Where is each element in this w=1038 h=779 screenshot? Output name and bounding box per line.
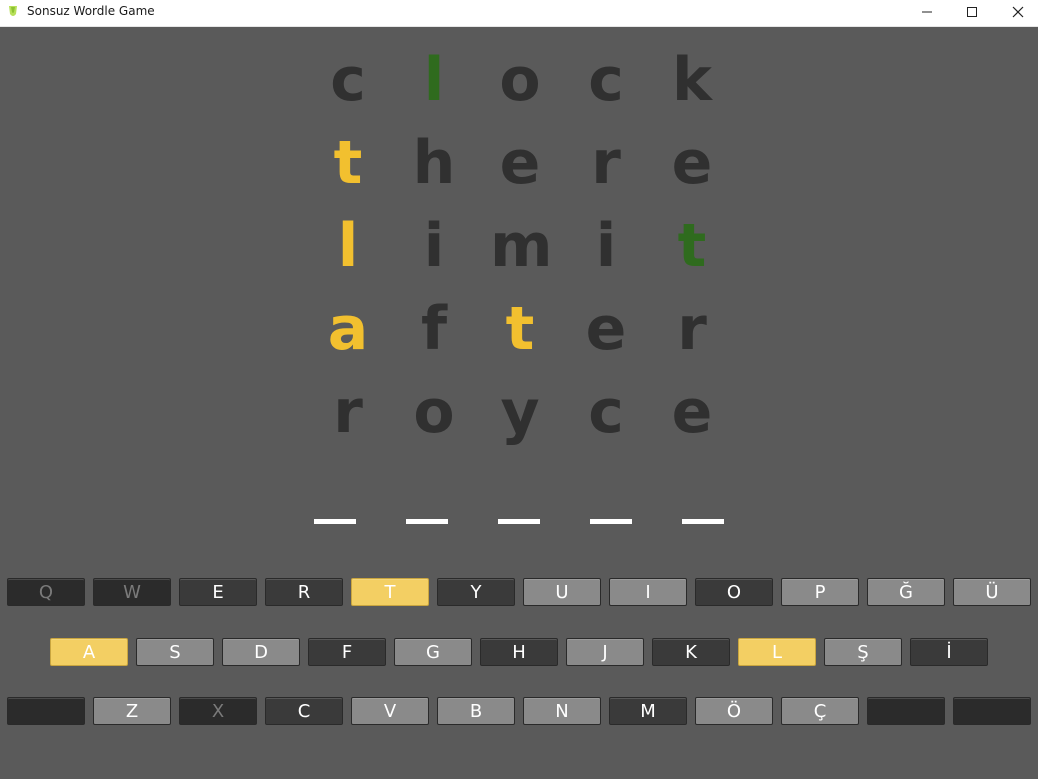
guess-letter: e: [499, 128, 541, 198]
title-bar: Sonsuz Wordle Game: [0, 0, 1038, 27]
key-q[interactable]: Q: [7, 578, 85, 606]
guess-letter: t: [677, 211, 707, 281]
key-e[interactable]: E: [179, 578, 257, 606]
key-z[interactable]: Z: [93, 697, 171, 725]
minimize-button[interactable]: [904, 0, 950, 24]
key-h[interactable]: H: [480, 638, 558, 666]
guess-letter: k: [672, 45, 712, 115]
guess-letter: c: [588, 45, 624, 115]
guess-letter: f: [420, 294, 448, 364]
key-i̇[interactable]: İ: [910, 638, 988, 666]
input-slot: [498, 519, 540, 524]
guess-letter: t: [333, 128, 363, 198]
key-j[interactable]: J: [566, 638, 644, 666]
guess-letter: e: [671, 128, 713, 198]
key-r[interactable]: R: [265, 578, 343, 606]
key-t[interactable]: T: [351, 578, 429, 606]
key-b[interactable]: B: [437, 697, 515, 725]
wordle-app-icon: [9, 6, 17, 16]
key-m[interactable]: M: [609, 697, 687, 725]
guess-letter: c: [588, 377, 624, 447]
key-s[interactable]: S: [136, 638, 214, 666]
guess-letter: t: [505, 294, 535, 364]
guess-letter: o: [499, 45, 541, 115]
input-slot: [590, 519, 632, 524]
key-a[interactable]: A: [50, 638, 128, 666]
close-icon: [1012, 6, 1024, 18]
guess-letter: r: [677, 294, 707, 364]
key-ö[interactable]: Ö: [695, 697, 773, 725]
key-blank[interactable]: [7, 697, 85, 725]
minimize-icon: [922, 11, 932, 13]
key-g[interactable]: G: [394, 638, 472, 666]
guess-row: clock: [300, 47, 730, 129]
guess-letter: y: [500, 377, 540, 447]
key-ç[interactable]: Ç: [781, 697, 859, 725]
key-o[interactable]: O: [695, 578, 773, 606]
guess-row: limit: [300, 213, 730, 295]
key-d[interactable]: D: [222, 638, 300, 666]
guess-letter: l: [337, 211, 359, 281]
maximize-button[interactable]: [949, 0, 995, 24]
key-u[interactable]: U: [523, 578, 601, 606]
guess-row: after: [300, 296, 730, 378]
guess-letter: m: [490, 211, 553, 281]
key-y[interactable]: Y: [437, 578, 515, 606]
key-v[interactable]: V: [351, 697, 429, 725]
window-title: Sonsuz Wordle Game: [27, 4, 155, 18]
key-k[interactable]: K: [652, 638, 730, 666]
guess-letter: c: [330, 45, 366, 115]
close-button[interactable]: [995, 0, 1038, 24]
guess-row: there: [300, 130, 730, 212]
input-slot: [682, 519, 724, 524]
game-area: clocktherelimitafterroyce QWERTYUIOPĞÜAS…: [0, 27, 1038, 779]
key-x[interactable]: X: [179, 697, 257, 725]
guess-letter: r: [591, 128, 621, 198]
guess-row: royce: [300, 379, 730, 461]
guess-letter: i: [595, 211, 617, 281]
guess-letter: o: [413, 377, 455, 447]
key-l[interactable]: L: [738, 638, 816, 666]
guess-letter: h: [412, 128, 456, 198]
guess-letter: e: [671, 377, 713, 447]
maximize-icon: [967, 7, 977, 17]
guess-letter: a: [327, 294, 369, 364]
key-p[interactable]: P: [781, 578, 859, 606]
key-c[interactable]: C: [265, 697, 343, 725]
guess-letter: i: [423, 211, 445, 281]
guess-letter: e: [585, 294, 627, 364]
key-ş[interactable]: Ş: [824, 638, 902, 666]
guess-letter: r: [333, 377, 363, 447]
key-ü[interactable]: Ü: [953, 578, 1031, 606]
key-i[interactable]: I: [609, 578, 687, 606]
key-blank[interactable]: [867, 697, 945, 725]
input-slot: [406, 519, 448, 524]
key-n[interactable]: N: [523, 697, 601, 725]
input-slot: [314, 519, 356, 524]
key-blank[interactable]: [953, 697, 1031, 725]
key-ğ[interactable]: Ğ: [867, 578, 945, 606]
guess-letter: l: [423, 45, 445, 115]
key-w[interactable]: W: [93, 578, 171, 606]
key-f[interactable]: F: [308, 638, 386, 666]
